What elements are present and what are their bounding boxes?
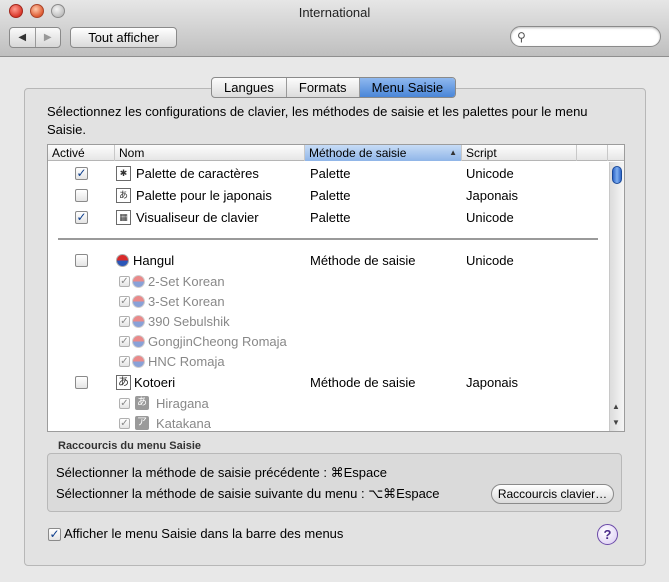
row-name: Hangul: [133, 253, 175, 268]
katakana-icon: ア: [135, 416, 149, 430]
korean-flag-icon: [132, 335, 145, 348]
back-arrow-icon[interactable]: ◀: [10, 28, 36, 47]
tab-formats[interactable]: Formats: [287, 78, 360, 97]
korean-flag-icon: [132, 275, 145, 288]
enable-checkbox[interactable]: [75, 254, 88, 267]
table-row[interactable]: ✓ ▦ Visualiseur de clavier Palette Unico…: [48, 207, 608, 228]
hiragana-icon: あ: [135, 396, 149, 410]
input-sources-table[interactable]: Activé Nom Méthode de saisie ▲ Script ✓ …: [47, 144, 625, 432]
table-row[interactable]: ✓ GongjinCheong Romaja: [48, 331, 608, 352]
tab-bar: Langues Formats Menu Saisie: [211, 77, 457, 98]
row-method: Méthode de saisie: [310, 375, 416, 390]
row-name: Visualiseur de clavier: [136, 210, 259, 225]
row-method: Méthode de saisie: [310, 253, 416, 268]
enable-checkbox[interactable]: [75, 189, 88, 202]
previous-source-shortcut: Sélectionner la méthode de saisie précéd…: [56, 465, 387, 480]
korean-flag-icon: [132, 355, 145, 368]
preferences-window: International ◀ ▶ Tout afficher ⚲ Langue…: [0, 0, 669, 582]
row-method: Palette: [310, 166, 351, 181]
show-all-button[interactable]: Tout afficher: [70, 27, 177, 48]
character-palette-icon: ✱: [116, 166, 131, 181]
forward-arrow-icon[interactable]: ▶: [36, 28, 61, 47]
korean-flag-icon: [116, 254, 129, 267]
row-name: 2-Set Korean: [148, 274, 225, 289]
row-name: Palette pour le japonais: [136, 188, 272, 203]
scroll-thumb[interactable]: [612, 166, 622, 184]
enable-checkbox[interactable]: ✓: [119, 336, 130, 347]
show-input-menu-checkbox[interactable]: ✓: [48, 528, 61, 541]
row-name: 3-Set Korean: [148, 294, 225, 309]
search-field[interactable]: ⚲: [510, 26, 661, 47]
table-row[interactable]: ✓ 3-Set Korean: [48, 291, 608, 312]
title-bar: International ◀ ▶ Tout afficher ⚲: [0, 0, 669, 57]
row-script: Unicode: [466, 210, 514, 225]
window-title: International: [298, 5, 371, 20]
tab-input-menu[interactable]: Menu Saisie: [359, 78, 456, 97]
column-header-active[interactable]: Activé: [48, 145, 115, 161]
sort-ascending-icon: ▲: [449, 148, 457, 157]
table-row[interactable]: ✓ ア Katakana: [48, 413, 608, 431]
tab-languages[interactable]: Langues: [212, 78, 287, 97]
enable-checkbox[interactable]: ✓: [119, 398, 130, 409]
row-script: Japonais: [466, 375, 519, 390]
table-header: Activé Nom Méthode de saisie ▲ Script: [48, 145, 624, 161]
next-source-shortcut: Sélectionner la méthode de saisie suivan…: [56, 486, 440, 501]
table-row[interactable]: ✓ ✱ Palette de caractères Palette Unicod…: [48, 163, 608, 184]
keyboard-viewer-icon: ▦: [116, 210, 131, 225]
search-icon: ⚲: [517, 30, 526, 44]
table-row[interactable]: あ Kotoeri Méthode de saisie Japonais: [48, 372, 608, 393]
enable-checkbox[interactable]: [75, 376, 88, 389]
enable-checkbox[interactable]: ✓: [75, 211, 88, 224]
row-script: Japonais: [466, 188, 519, 203]
row-method: Palette: [310, 210, 351, 225]
row-name: 390 Sebulshik: [148, 314, 230, 329]
table-row[interactable]: Hangul Méthode de saisie Unicode: [48, 250, 608, 271]
column-header-name[interactable]: Nom: [115, 145, 305, 161]
japanese-palette-icon: あ: [116, 188, 131, 203]
column-header-method-label: Méthode de saisie: [309, 146, 407, 160]
row-name: Kotoeri: [134, 375, 176, 390]
column-header-filler: [577, 145, 608, 161]
table-row[interactable]: ✓ 390 Sebulshik: [48, 311, 608, 332]
enable-checkbox[interactable]: ✓: [119, 296, 130, 307]
vertical-scrollbar[interactable]: ▲ ▼: [609, 162, 624, 431]
korean-flag-icon: [132, 295, 145, 308]
row-method: Palette: [310, 188, 351, 203]
table-row[interactable]: ✓ あ Hiragana: [48, 393, 608, 414]
scroll-down-icon[interactable]: ▼: [612, 418, 620, 427]
row-name: GongjinCheong Romaja: [148, 334, 287, 349]
show-input-menu-label[interactable]: Afficher le menu Saisie dans la barre de…: [64, 526, 343, 541]
back-forward-control: ◀ ▶: [9, 27, 61, 48]
panel-description: Sélectionnez les configurations de clavi…: [47, 104, 588, 137]
row-name: Hiragana: [156, 396, 209, 411]
enable-checkbox[interactable]: ✓: [119, 276, 130, 287]
scroll-up-icon[interactable]: ▲: [612, 402, 620, 411]
shortcuts-group-title: Raccourcis du menu Saisie: [58, 440, 202, 452]
row-script: Unicode: [466, 253, 514, 268]
row-name: HNC Romaja: [148, 354, 225, 369]
kotoeri-icon: あ: [116, 375, 131, 390]
table-row[interactable]: あ Palette pour le japonais Palette Japon…: [48, 185, 608, 206]
korean-flag-icon: [132, 315, 145, 328]
column-header-script[interactable]: Script: [462, 145, 577, 161]
row-name: Palette de caractères: [136, 166, 259, 181]
table-row[interactable]: ✓ HNC Romaja: [48, 351, 608, 372]
help-button[interactable]: ?: [597, 524, 618, 545]
enable-checkbox[interactable]: ✓: [119, 356, 130, 367]
row-name: Katakana: [156, 416, 211, 431]
section-divider: [58, 238, 598, 240]
enable-checkbox[interactable]: ✓: [75, 167, 88, 180]
table-row[interactable]: ✓ 2-Set Korean: [48, 271, 608, 292]
column-header-method[interactable]: Méthode de saisie ▲: [305, 145, 462, 161]
keyboard-shortcuts-button[interactable]: Raccourcis clavier…: [491, 484, 614, 504]
row-script: Unicode: [466, 166, 514, 181]
enable-checkbox[interactable]: ✓: [119, 316, 130, 327]
enable-checkbox[interactable]: ✓: [119, 418, 130, 429]
